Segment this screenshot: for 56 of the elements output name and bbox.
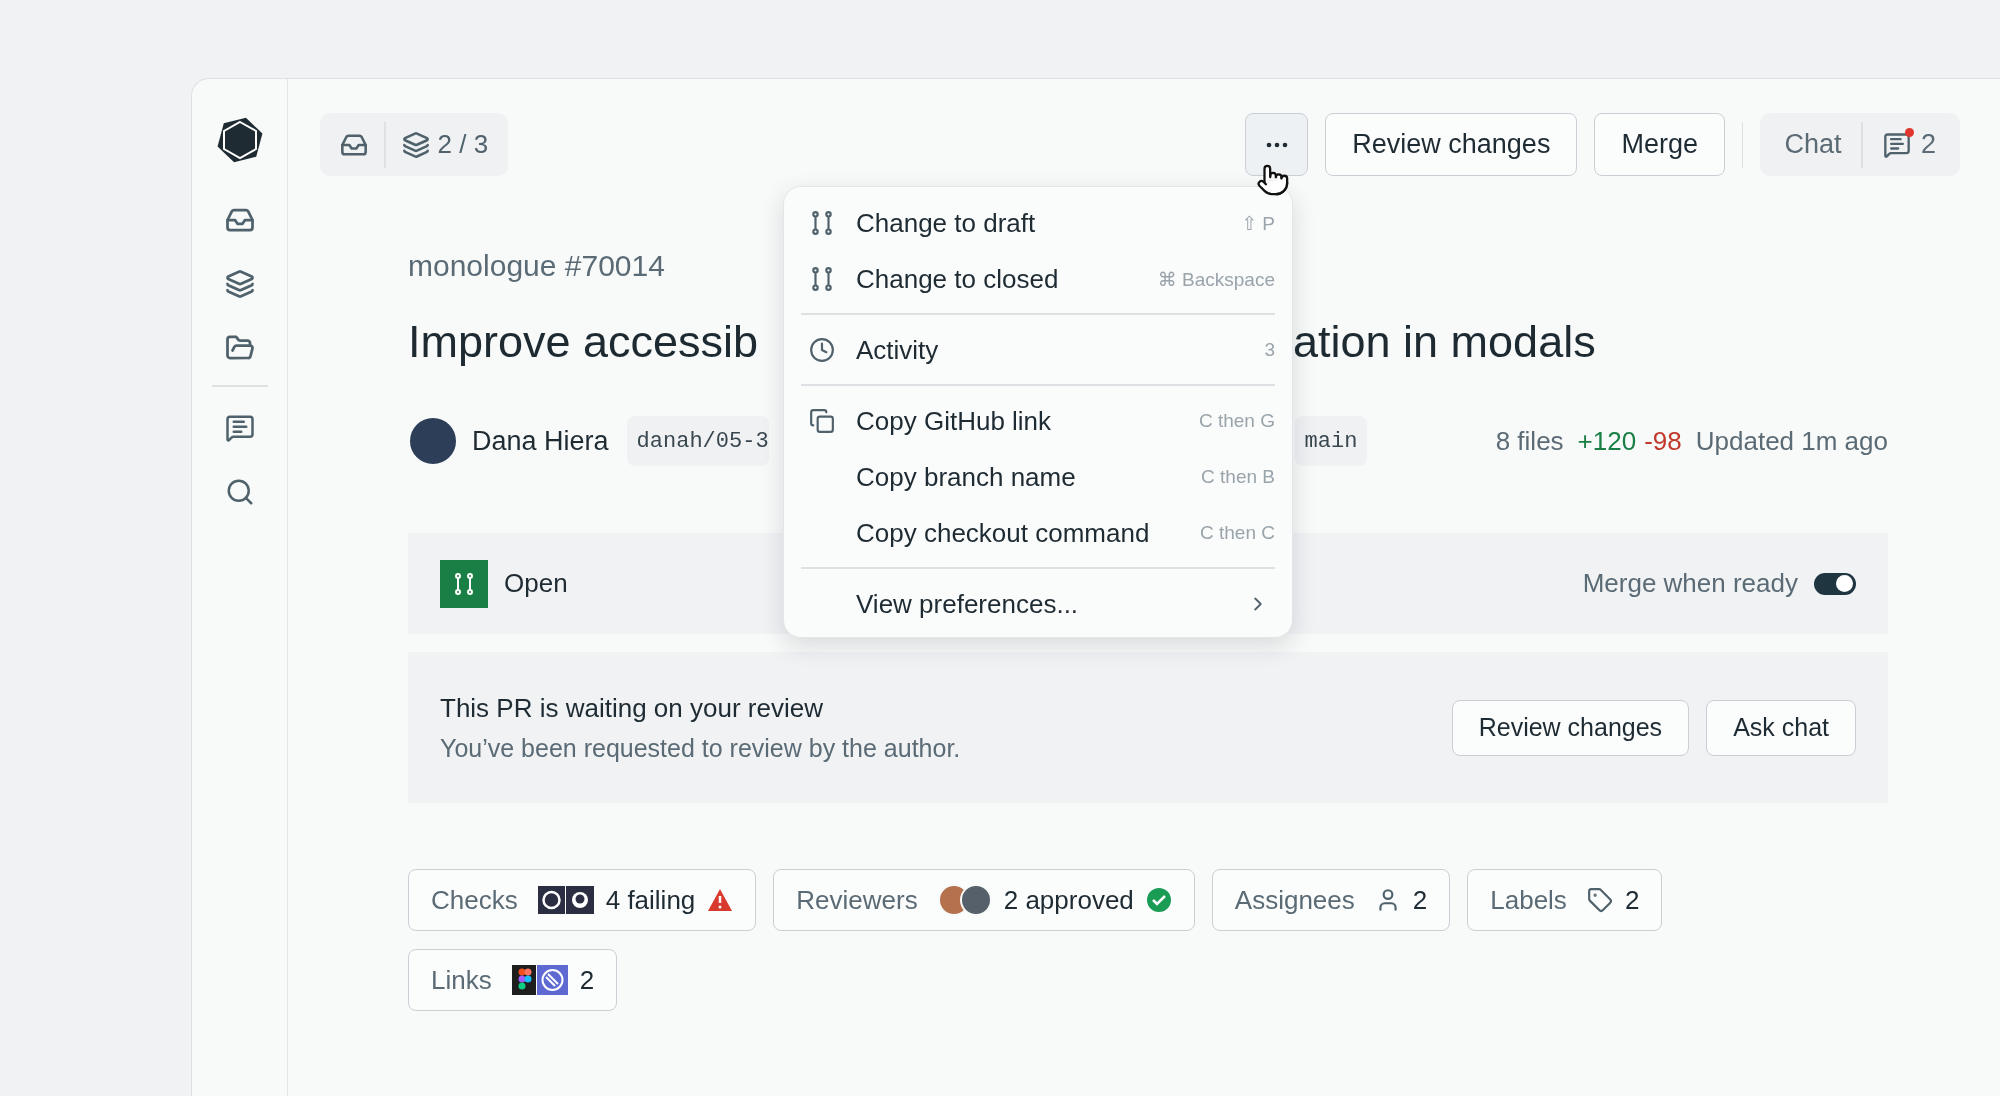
stack-position-button[interactable]: 2 / 3 — [401, 129, 489, 160]
menu-item[interactable]: Activity 3 — [801, 322, 1275, 378]
shortcut-hint: ⇧ P — [1241, 211, 1275, 235]
pr-title: Improve accessib — [408, 315, 759, 369]
assignees-chip[interactable]: Assignees 2 — [1211, 869, 1451, 931]
menu-item-label: Copy checkout command — [856, 517, 1151, 549]
status-label: Open — [504, 568, 568, 599]
menu-item-label: Change to draft — [856, 207, 1037, 239]
chip-label: Reviewers — [796, 884, 918, 916]
files-count: 8 files — [1495, 425, 1564, 457]
menu-item[interactable]: Change to closed ⌘ Backspace — [801, 251, 1275, 307]
updated-time: Updated 1m ago — [1695, 425, 1888, 457]
branch-name: main — [1294, 416, 1368, 466]
chip-value: 2 approved — [1003, 884, 1134, 916]
chip-value: 2 — [1624, 884, 1640, 916]
chip-value: 2 — [1412, 884, 1428, 916]
menu-item-label: Activity — [856, 334, 940, 366]
menu-item[interactable]: Copy GitHub link C then G — [801, 393, 1275, 449]
menu-item[interactable]: Copy checkout command C then C — [801, 505, 1275, 561]
chip-value: 4 failing — [605, 884, 696, 916]
shortcut-hint: ⌘ Backspace — [1157, 267, 1275, 291]
branch-name: danah/05-3 — [626, 416, 769, 466]
shortcut-hint: C then B — [1201, 466, 1275, 488]
menu-item-label: Change to closed — [856, 263, 1060, 295]
menu-item[interactable]: Change to draft ⇧ P — [801, 195, 1275, 251]
pr-title: ation in modals — [1293, 315, 1596, 369]
checks-chip[interactable]: Checks 4 failing — [408, 869, 757, 931]
review-message: You’ve been requested to review by the author. — [440, 733, 961, 763]
menu-item[interactable]: View preferences... — [801, 576, 1275, 632]
additions-count: +120 — [1577, 425, 1637, 457]
comments-button[interactable]: 2 — [1882, 129, 1936, 160]
chip-label: Checks — [431, 884, 518, 916]
chip-value: 2 — [579, 964, 595, 996]
menu-item-label: View preferences... — [856, 588, 1080, 620]
merge-button[interactable]: Merge — [1594, 113, 1725, 176]
shortcut-hint: C then G — [1198, 410, 1275, 432]
ask-chat-button[interactable]: Ask chat — [1706, 699, 1856, 756]
merge-when-ready-label: Merge when ready — [1582, 568, 1798, 599]
repository-number: monologue #70014 — [408, 248, 665, 284]
reviewers-chip[interactable]: Reviewers 2 approved — [773, 869, 1195, 931]
author-name: Dana Hiera — [472, 425, 609, 457]
labels-chip[interactable]: Labels 2 — [1467, 869, 1663, 931]
chip-label: Links — [431, 964, 492, 996]
menu-item[interactable]: Copy branch name C then B — [801, 449, 1275, 505]
chip-label: Assignees — [1234, 884, 1355, 916]
review-title: This PR is waiting on your review — [440, 692, 823, 724]
deletions-count: -98 — [1644, 425, 1682, 457]
menu-item-label: Copy GitHub link — [856, 405, 1053, 437]
chat-button[interactable]: Chat — [1784, 129, 1842, 160]
shortcut-hint: 3 — [1264, 339, 1275, 361]
review-changes-button[interactable]: Review changes — [1325, 113, 1578, 176]
menu-item-label: Copy branch name — [856, 461, 1077, 493]
shortcut-hint: C then C — [1200, 522, 1275, 544]
links-chip[interactable]: Links 2 — [408, 949, 618, 1011]
chip-label: Labels — [1490, 884, 1567, 916]
review-changes-button[interactable]: Review changes — [1451, 699, 1690, 756]
